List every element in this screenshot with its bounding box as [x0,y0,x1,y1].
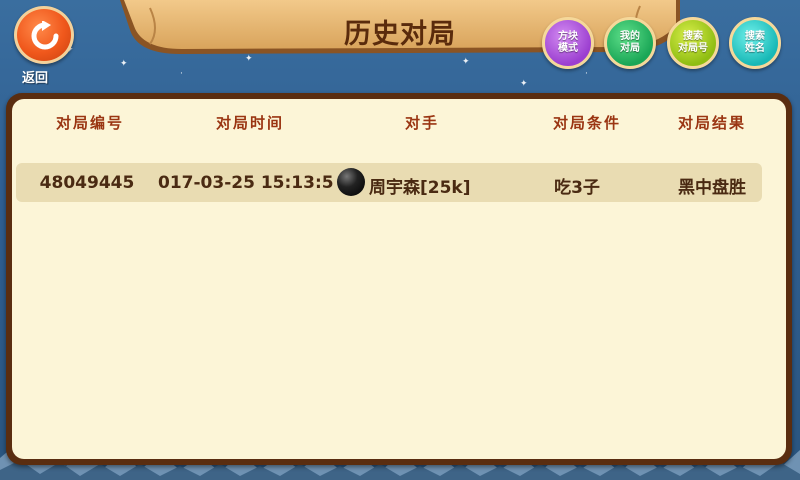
button-label-line: 搜索 [745,31,765,42]
star-decoration: ✦ [520,79,528,89]
column-header-condition: 对局条件 [552,114,621,132]
black-stone-icon [337,168,365,196]
back-button[interactable] [14,6,74,64]
game-list-panel [12,99,786,459]
button-label-line: 对局号 [678,43,708,54]
button-label-line: 姓名 [745,43,765,54]
button-label-line: 我的 [620,31,640,42]
game-time-cell: 017-03-25 15:13:5 [158,173,334,193]
search-name-button[interactable]: 搜索 姓名 [729,17,781,69]
star-decoration: · [585,69,588,79]
search-game-id-button[interactable]: 搜索 对局号 [667,17,719,69]
button-label-line: 对局 [620,43,640,54]
button-label-line: 方块 [558,31,578,42]
column-header-opponent: 对手 [404,114,439,132]
star-decoration: ✦ [120,59,128,69]
star-decoration: · [180,69,183,79]
back-label: 返回 [22,71,49,86]
column-header-time: 对局时间 [215,114,284,132]
condition-cell: 吃3子 [554,178,600,198]
result-cell: 黑中盘胜 [678,178,746,198]
star-decoration: ✦ [462,57,470,67]
column-header-game-id: 对局编号 [55,114,124,132]
button-label-line: 模式 [558,43,578,54]
button-label-line: 搜索 [683,31,703,42]
my-games-button[interactable]: 我的 对局 [604,17,656,69]
column-header-result: 对局结果 [677,114,746,132]
block-mode-button[interactable]: 方块 模式 [542,17,594,69]
refresh-back-icon [31,21,59,50]
game-id-cell: 48049445 [39,173,135,193]
page-title: 历史对局 [344,19,456,50]
opponent-cell: 周宇森[25k] [369,178,471,198]
